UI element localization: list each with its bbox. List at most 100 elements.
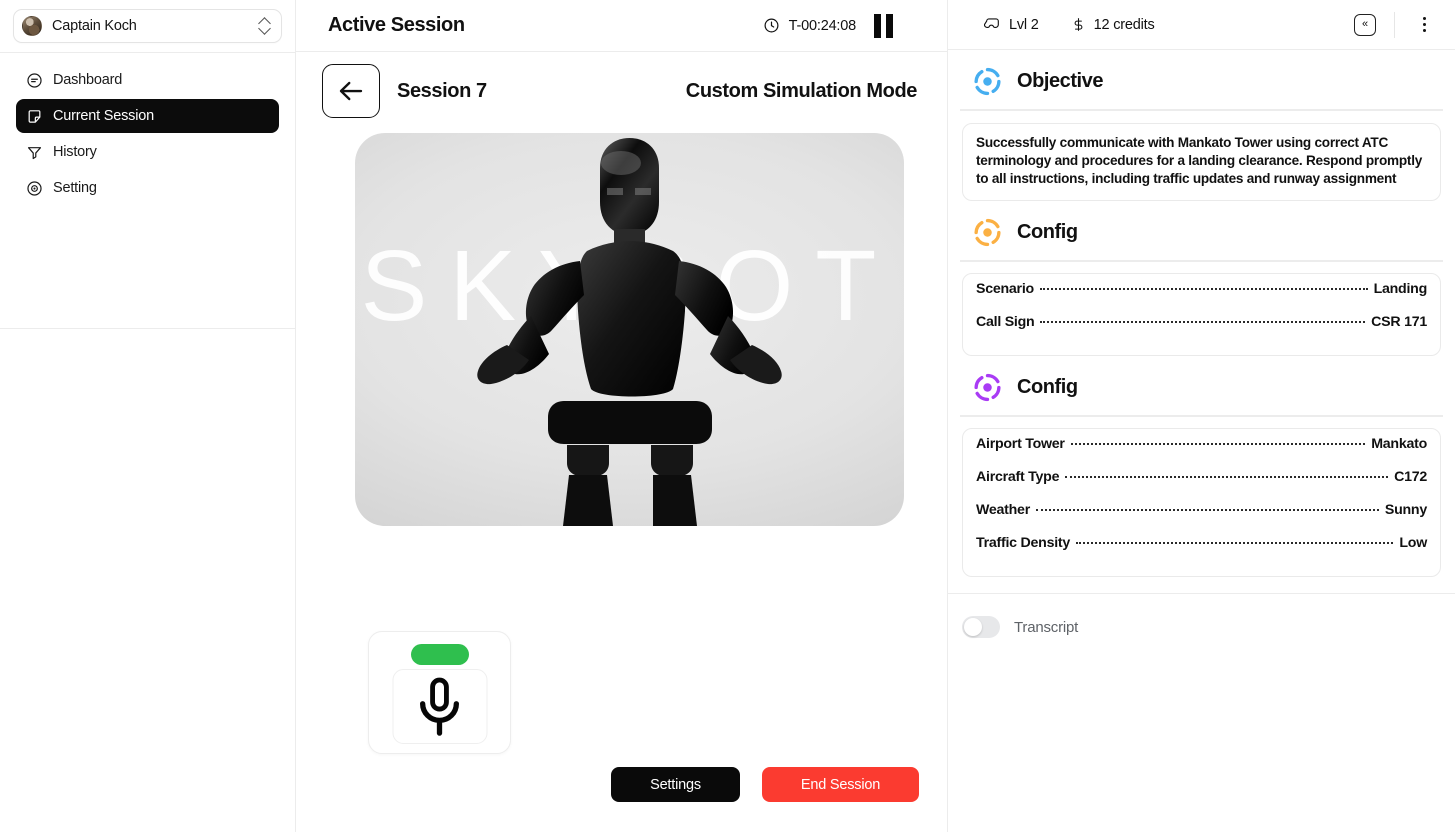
sidebar-item-dashboard[interactable]: Dashboard xyxy=(16,63,279,97)
dollar-icon xyxy=(1074,18,1083,31)
end-session-button[interactable]: End Session xyxy=(762,767,919,802)
dotted-leader xyxy=(1065,476,1389,478)
config-label: Traffic Density xyxy=(976,535,1071,551)
sidebar-item-label: Setting xyxy=(53,180,97,196)
config-secondary-title: Config xyxy=(1017,376,1078,398)
dotted-leader xyxy=(1035,509,1379,511)
robot-preview-card: SKYBOT xyxy=(355,133,904,526)
target-circle-icon xyxy=(27,180,42,196)
sidebar-item-current-session[interactable]: Current Session xyxy=(16,99,279,133)
credits-indicator: 12 credits xyxy=(1071,16,1155,33)
user-account-selector[interactable]: Captain Koch xyxy=(13,9,282,43)
sidebar-nav: Dashboard Current Session History Settin… xyxy=(0,53,295,205)
sticky-note-icon xyxy=(28,109,41,123)
config-row: Traffic Density Low xyxy=(976,535,1427,568)
up-down-chevron-icon xyxy=(259,17,271,35)
target-ring-icon xyxy=(974,67,1001,96)
config-label: Aircraft Type xyxy=(976,469,1060,485)
right-panel-topbar-actions: « xyxy=(1354,11,1435,38)
transcript-toggle[interactable] xyxy=(962,616,1000,638)
back-button[interactable] xyxy=(322,64,380,118)
config-label: Weather xyxy=(976,502,1030,518)
config-row: Scenario Landing xyxy=(976,281,1427,314)
right-panel-body: Objective Successfully communicate with … xyxy=(948,50,1455,832)
config-secondary-card: Airport Tower Mankato Aircraft Type C172… xyxy=(962,428,1441,577)
config-value: Low xyxy=(1399,535,1427,551)
clock-icon xyxy=(764,18,779,33)
main-topbar-right: T-00:24:08 xyxy=(763,13,923,38)
user-name-label: Captain Koch xyxy=(52,18,137,34)
kebab-dot xyxy=(1422,17,1426,20)
level-indicator: Lvl 2 xyxy=(984,16,1039,33)
target-ring-icon xyxy=(974,373,1001,402)
microphone-button[interactable] xyxy=(392,669,487,744)
sidebar-item-setting[interactable]: Setting xyxy=(16,171,279,205)
config-label: Call Sign xyxy=(976,314,1035,330)
pause-bar-left xyxy=(874,13,881,38)
circle-minus-icon xyxy=(27,72,42,88)
dotted-leader xyxy=(1040,321,1366,323)
sidebar-item-label: Dashboard xyxy=(53,72,123,88)
timer-value: T-00:24:08 xyxy=(788,17,857,34)
settings-button[interactable]: Settings xyxy=(611,767,740,802)
transcript-toggle-row: Transcript xyxy=(948,594,1455,638)
arrow-left-icon xyxy=(339,81,363,101)
config-primary-section-header: Config xyxy=(960,201,1443,260)
more-vertical-icon[interactable] xyxy=(1413,14,1435,36)
vertical-divider xyxy=(1394,11,1395,38)
sidebar-item-label: History xyxy=(53,144,97,160)
dotted-leader xyxy=(1070,443,1366,445)
right-panel: Lvl 2 12 credits « Objective Successfull… xyxy=(948,0,1455,832)
microphone-icon xyxy=(420,677,459,736)
config-primary-title: Config xyxy=(1017,221,1078,243)
dotted-leader xyxy=(1076,542,1394,544)
level-label: Lvl 2 xyxy=(1009,16,1039,33)
collapse-left-icon[interactable]: « xyxy=(1354,13,1376,36)
section-rule xyxy=(960,260,1443,262)
inbox-icon xyxy=(984,18,999,29)
section-rule xyxy=(960,109,1443,111)
config-value: Landing xyxy=(1373,281,1428,297)
config-row: Aircraft Type C172 xyxy=(976,469,1427,502)
config-value: Mankato xyxy=(1371,436,1427,452)
objective-title: Objective xyxy=(1017,70,1103,92)
config-label: Scenario xyxy=(976,281,1034,297)
main-content: Active Session T-00:24:08 Session 7 Cust… xyxy=(296,0,948,832)
config-value: Sunny xyxy=(1384,502,1427,518)
microphone-widget[interactable] xyxy=(368,631,511,754)
config-row: Airport Tower Mankato xyxy=(976,436,1427,469)
session-action-buttons: Settings End Session xyxy=(611,767,919,802)
dotted-leader xyxy=(1039,288,1368,290)
objective-section-header: Objective xyxy=(960,50,1443,109)
section-rule xyxy=(960,415,1443,417)
sidebar-lower-divider xyxy=(0,328,295,329)
target-ring-icon xyxy=(974,218,1001,247)
user-avatar-photo xyxy=(22,16,42,36)
config-label: Airport Tower xyxy=(976,436,1065,452)
config-value: C172 xyxy=(1394,469,1427,485)
pause-bar-right xyxy=(886,13,893,38)
config-row: Weather Sunny xyxy=(976,502,1427,535)
sidebar-item-history[interactable]: History xyxy=(16,135,279,169)
kebab-dot xyxy=(1422,29,1426,32)
config-value: CSR 171 xyxy=(1371,314,1427,330)
page-title: Active Session xyxy=(328,14,465,36)
credits-label: 12 credits xyxy=(1093,16,1155,33)
app-root: Captain Koch Dashboard Current Session H… xyxy=(0,0,1455,832)
main-topbar: Active Session T-00:24:08 xyxy=(296,0,947,52)
config-secondary-section-header: Config xyxy=(960,356,1443,415)
kebab-dot xyxy=(1422,23,1426,26)
session-stage: SKYBOT xyxy=(296,130,947,832)
config-primary-card: Scenario Landing Call Sign CSR 171 xyxy=(962,273,1441,356)
right-panel-topbar: Lvl 2 12 credits « xyxy=(948,0,1455,50)
sidebar: Captain Koch Dashboard Current Session H… xyxy=(0,0,296,832)
pause-button[interactable] xyxy=(874,13,893,38)
simulation-mode-label: Custom Simulation Mode xyxy=(685,79,918,102)
session-bar: Session 7 Custom Simulation Mode xyxy=(296,52,947,130)
session-timer: T-00:24:08 xyxy=(763,17,856,34)
robot-figure xyxy=(477,138,782,526)
config-row: Call Sign CSR 171 xyxy=(976,314,1427,347)
objective-text: Successfully communicate with Mankato To… xyxy=(976,135,1423,186)
objective-card: Successfully communicate with Mankato To… xyxy=(962,123,1441,201)
transcript-label: Transcript xyxy=(1014,618,1079,636)
